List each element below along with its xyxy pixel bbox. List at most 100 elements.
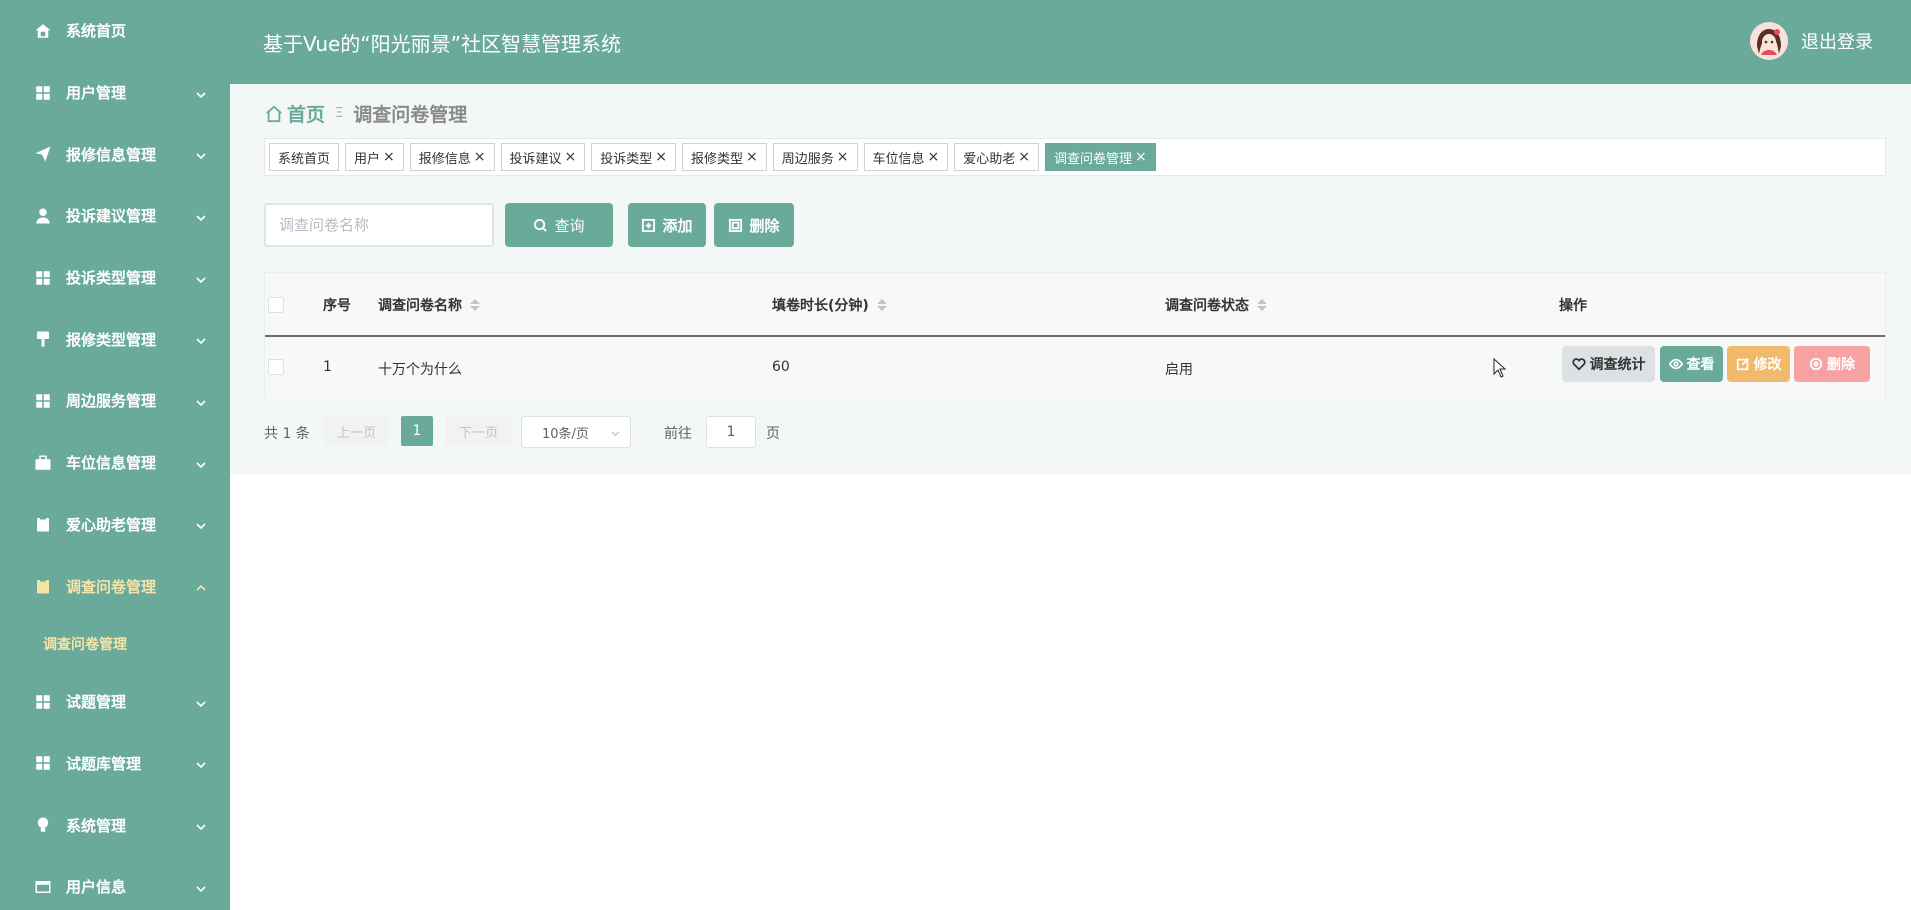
close-icon[interactable]: ×: [383, 149, 395, 165]
tag-elderly-care[interactable]: 爱心助老 ×: [954, 143, 1040, 171]
avatar[interactable]: [1750, 22, 1788, 60]
sidebar-item-survey[interactable]: 调查问卷管理: [0, 555, 230, 617]
delete-label: 删除: [1827, 357, 1855, 373]
page-number-current[interactable]: 1: [401, 416, 433, 446]
tag-nearby-service[interactable]: 周边服务 ×: [772, 143, 858, 171]
survey-stats-button[interactable]: 调查统计: [1562, 346, 1655, 382]
logout-button[interactable]: 退出登录: [1801, 28, 1873, 54]
chevron-down-icon: [611, 431, 620, 437]
tag-parking[interactable]: 车位信息 ×: [863, 143, 949, 171]
tag-complaint[interactable]: 投诉建议 ×: [500, 143, 586, 171]
tag-label: 周边服务: [781, 151, 834, 167]
sidebar-item-repair-type[interactable]: 报修类型管理: [0, 308, 230, 370]
chevron-down-icon: [196, 147, 206, 160]
sort-icon[interactable]: [1257, 299, 1267, 311]
heart-icon: [1571, 358, 1586, 371]
close-icon[interactable]: ×: [565, 149, 577, 165]
grid-icon: [34, 392, 52, 410]
column-header-name[interactable]: 调查问卷名称: [378, 295, 480, 315]
column-header-label: 调查问卷状态: [1165, 298, 1249, 314]
sidebar-item-user-management[interactable]: 用户管理: [0, 62, 230, 124]
edit-icon: [1736, 358, 1749, 371]
close-icon[interactable]: ×: [837, 149, 849, 165]
sidebar-item-elderly-care[interactable]: 爱心助老管理: [0, 494, 230, 556]
pagination: 共 1 条 上一页 1 下一页 10条/页 前往 页: [264, 416, 864, 448]
sidebar-item-questions[interactable]: 试题管理: [0, 671, 230, 733]
search-button[interactable]: 查询: [505, 203, 613, 247]
row-checkbox[interactable]: [268, 359, 284, 375]
close-icon[interactable]: ×: [1135, 149, 1147, 165]
close-icon[interactable]: ×: [928, 149, 940, 165]
briefcase-icon: [34, 454, 52, 472]
search-icon: [534, 218, 548, 232]
close-icon[interactable]: ×: [474, 149, 486, 165]
chevron-down-icon: [196, 394, 206, 407]
card-icon: [34, 878, 52, 896]
tag-label: 系统首页: [278, 151, 331, 167]
tag-label: 投诉类型: [600, 151, 653, 167]
tag-user[interactable]: 用户 ×: [345, 143, 404, 171]
sidebar-item-label: 用户管理: [66, 84, 127, 103]
close-icon[interactable]: ×: [1018, 149, 1030, 165]
search-input[interactable]: [264, 203, 494, 247]
close-icon[interactable]: ×: [746, 149, 758, 165]
brush-icon: [34, 330, 52, 348]
sidebar-item-system[interactable]: 系统管理: [0, 794, 230, 856]
next-page-button[interactable]: 下一页: [446, 416, 511, 446]
search-button-label: 查询: [554, 216, 585, 235]
delete-square-icon: [729, 218, 743, 232]
column-header-duration[interactable]: 填卷时长(分钟): [772, 295, 887, 315]
goto-label: 前往: [664, 426, 692, 442]
stats-label: 调查统计: [1589, 357, 1646, 373]
sidebar-item-parking[interactable]: 车位信息管理: [0, 432, 230, 494]
paper-plane-icon: [34, 145, 52, 163]
sidebar-item-question-bank[interactable]: 试题库管理: [0, 733, 230, 795]
breadcrumb-separator: Ξ: [335, 106, 344, 121]
sidebar-item-label: 车位信息管理: [66, 454, 157, 473]
user-icon: [34, 207, 52, 225]
pagination-total: 共 1 条: [264, 426, 310, 442]
tag-survey-management[interactable]: 调查问卷管理 ×: [1045, 143, 1156, 171]
select-all-checkbox[interactable]: [268, 297, 284, 313]
breadcrumb-home-label: 首页: [287, 104, 326, 126]
grid-icon: [34, 693, 52, 711]
tag-complaint-type[interactable]: 投诉类型 ×: [591, 143, 677, 171]
prev-page-button[interactable]: 上一页: [324, 416, 389, 446]
sidebar-item-nearby-service[interactable]: 周边服务管理: [0, 370, 230, 432]
top-header: 基于Vue的“阳光丽景”社区智慧管理系统 退出登录: [230, 0, 1911, 84]
app-root: 系统首页 用户管理 报修信息管理 投诉建议管理 投诉类型管理 报修类型管理 周边…: [0, 0, 1911, 910]
view-button[interactable]: 查看: [1660, 346, 1723, 382]
delete-button-label: 删除: [749, 216, 780, 235]
sort-icon[interactable]: [876, 299, 887, 311]
chevron-down-icon: [196, 756, 206, 769]
batch-delete-button[interactable]: 删除: [714, 203, 794, 247]
sidebar-item-home[interactable]: 系统首页: [0, 0, 230, 62]
chevron-up-icon: [196, 579, 206, 591]
page-size-select[interactable]: 10条/页: [521, 416, 631, 448]
sidebar-subitem-survey-management[interactable]: 调查问卷管理: [0, 617, 230, 671]
tag-label: 调查问卷管理: [1054, 151, 1133, 167]
circle-close-icon: [1809, 357, 1823, 371]
sidebar-item-repair-info[interactable]: 报修信息管理: [0, 123, 230, 185]
tag-repair-type[interactable]: 报修类型 ×: [682, 143, 767, 171]
sidebar-item-user-info[interactable]: 用户信息: [0, 856, 230, 910]
sidebar-item-complaint-type[interactable]: 投诉类型管理: [0, 247, 230, 309]
sidebar-item-label: 试题管理: [66, 693, 127, 712]
close-icon[interactable]: ×: [655, 149, 667, 165]
delete-button[interactable]: 删除: [1794, 346, 1870, 382]
sort-icon[interactable]: [470, 299, 480, 311]
grid-icon: [34, 84, 52, 102]
breadcrumb: 首页 Ξ 调查问卷管理: [265, 100, 467, 127]
tag-home[interactable]: 系统首页: [269, 143, 340, 171]
column-header-status[interactable]: 调查问卷状态: [1165, 295, 1267, 315]
goto-page-input[interactable]: [706, 416, 756, 448]
cell-duration: 60: [772, 359, 790, 375]
bulb-icon: [34, 816, 52, 834]
sidebar-item-complaint[interactable]: 投诉建议管理: [0, 185, 230, 247]
cell-index: 1: [323, 359, 332, 375]
add-button[interactable]: 添加: [628, 203, 706, 247]
edit-button[interactable]: 修改: [1727, 346, 1790, 382]
breadcrumb-home[interactable]: 首页: [265, 100, 325, 127]
tag-repair-info[interactable]: 报修信息 ×: [409, 143, 495, 171]
column-header-label: 填卷时长(分钟): [772, 298, 869, 314]
